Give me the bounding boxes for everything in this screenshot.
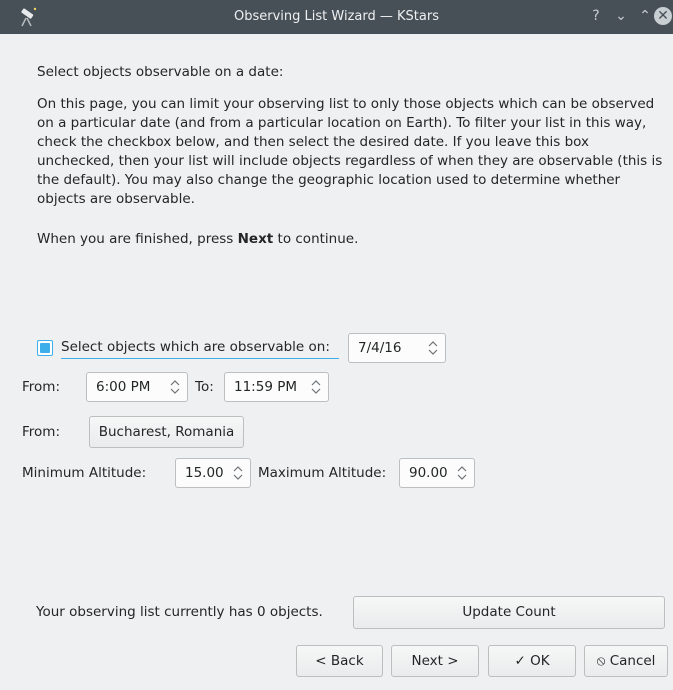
maximize-icon[interactable]: ⌃ <box>636 7 654 25</box>
max-altitude-spinbox[interactable]: 90.00 <box>399 458 475 488</box>
spin-arrows-icon[interactable] <box>232 463 244 483</box>
min-altitude-value: 15.00 <box>185 465 224 481</box>
minimize-icon[interactable]: ⌄ <box>612 7 630 25</box>
cancel-circle-icon: ⦸ <box>596 653 606 669</box>
date-value: 7/4/16 <box>358 340 402 356</box>
from-time-spinbox[interactable]: 6:00 PM <box>86 372 188 402</box>
min-altitude-spinbox[interactable]: 15.00 <box>175 458 251 488</box>
ok-button[interactable]: ✓ OK <box>488 645 576 677</box>
spin-arrows-icon[interactable] <box>456 463 468 483</box>
ok-label: OK <box>530 653 550 669</box>
time-to-label: To: <box>195 379 214 395</box>
back-button[interactable]: < Back <box>296 645 383 677</box>
spin-arrows-icon[interactable] <box>427 338 439 358</box>
object-count-status: Your observing list currently has 0 obje… <box>36 604 323 620</box>
finish-instruction: When you are finished, press Next to con… <box>37 230 663 249</box>
time-from-label: From: <box>22 379 60 395</box>
to-time-spinbox[interactable]: 11:59 PM <box>224 372 329 402</box>
help-icon[interactable]: ? <box>587 7 605 25</box>
window-title: Observing List Wizard — KStars <box>234 9 439 24</box>
checkbox-check-mark <box>40 343 50 353</box>
date-spinbox[interactable]: 7/4/16 <box>348 333 446 363</box>
window-titlebar: Observing List Wizard — KStars ? ⌄ ⌃ ✕ <box>0 0 673 34</box>
finish-next-word: Next <box>237 231 274 247</box>
next-button[interactable]: Next > <box>391 645 479 677</box>
location-from-label: From: <box>22 424 60 440</box>
cancel-button[interactable]: ⦸ Cancel <box>584 645 668 677</box>
to-time-value: 11:59 PM <box>234 379 297 395</box>
max-altitude-label: Maximum Altitude: <box>258 465 387 481</box>
spin-arrows-icon[interactable] <box>310 377 322 397</box>
page-heading: Select objects observable on a date: <box>37 64 284 80</box>
observable-date-checkbox-label[interactable]: Select objects which are observable on: <box>61 339 330 355</box>
from-time-value: 6:00 PM <box>96 379 151 395</box>
update-count-button[interactable]: Update Count <box>353 596 665 629</box>
finish-prefix: When you are finished, press <box>37 231 238 247</box>
location-button[interactable]: Bucharest, Romania <box>89 416 244 448</box>
focus-underline <box>61 358 339 359</box>
spin-arrows-icon[interactable] <box>169 377 181 397</box>
intro-paragraph: On this page, you can limit your observi… <box>37 96 663 207</box>
cancel-label: Cancel <box>609 653 656 669</box>
checkmark-icon: ✓ <box>514 653 526 669</box>
finish-suffix: to continue. <box>273 231 359 247</box>
observable-date-checkbox[interactable] <box>37 340 53 356</box>
min-altitude-label: Minimum Altitude: <box>22 465 147 481</box>
max-altitude-value: 90.00 <box>409 465 448 481</box>
close-icon[interactable]: ✕ <box>654 7 672 25</box>
